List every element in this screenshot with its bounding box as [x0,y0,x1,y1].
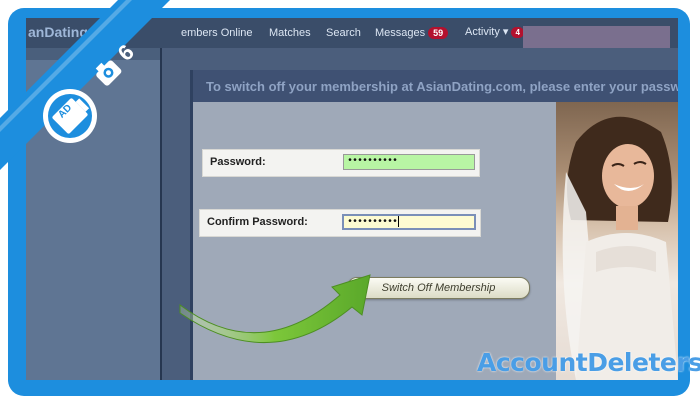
confirm-password-input[interactable]: •••••••••• [342,214,476,230]
nav-activity[interactable]: Activity ▾ 4 [465,25,524,38]
password-row: Password: •••••••••• [202,149,480,177]
green-arrow-icon [179,274,371,344]
password-label: Password: [210,156,266,168]
watermark: AccountDeleters [477,348,700,377]
confirm-password-row: Confirm Password: •••••••••• [199,209,481,237]
password-input[interactable]: •••••••••• [343,154,475,170]
chevron-down-icon: ▾ [502,26,509,38]
confirm-password-label: Confirm Password: [207,216,308,228]
bride-photo-illustration [562,116,678,380]
confirm-password-value: •••••••••• [347,217,398,229]
instruction-text: To switch off your membership at AsianDa… [206,79,678,94]
step-badge-ribbon [0,0,170,170]
nav-members-online[interactable]: embers Online [181,27,253,39]
nav-search[interactable]: Search [326,27,361,39]
nav-matches[interactable]: Matches [269,27,311,39]
text-cursor [398,216,400,227]
nav-messages[interactable]: Messages 59 [375,27,449,39]
instruction-bar: To switch off your membership at AsianDa… [193,70,678,102]
step-badge: AD 6 [0,0,170,200]
nav-messages-label: Messages [375,27,426,39]
bride-photo [556,102,678,380]
nav-activity-label: Activity [465,26,500,38]
messages-count-badge: 59 [428,27,449,39]
